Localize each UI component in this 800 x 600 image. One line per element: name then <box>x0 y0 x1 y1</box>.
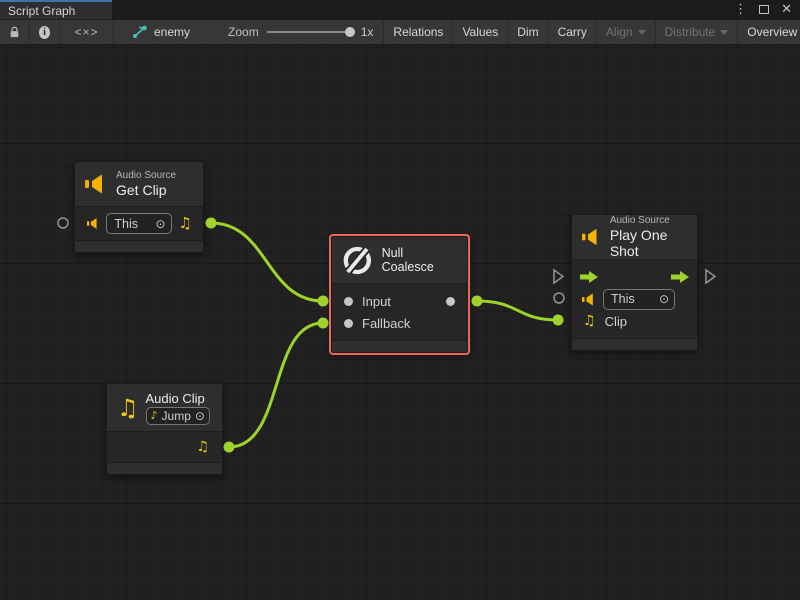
chevron-down-icon <box>638 30 646 35</box>
target-object-field[interactable]: This ⊙ <box>603 289 675 310</box>
audio-clip-field[interactable]: ♪ Jump ⊙ <box>146 407 210 425</box>
audio-source-icon <box>85 174 107 194</box>
tab-bar: Script Graph ⋮ ✕ <box>0 0 800 19</box>
node-header: Audio Source Get Clip <box>75 162 203 206</box>
node-ports: ♫ <box>107 431 222 463</box>
maximize-icon[interactable] <box>759 5 769 14</box>
node-footer <box>107 463 222 474</box>
align-dropdown[interactable]: Align <box>597 20 656 44</box>
zoom-slider-thumb[interactable] <box>345 27 355 37</box>
audio-clip-icon: ♫ <box>117 396 139 420</box>
breadcrumb-label: enemy <box>154 25 190 39</box>
zoom-label: Zoom <box>228 25 259 39</box>
relations-button[interactable]: Relations <box>383 20 453 44</box>
close-icon[interactable]: ✕ <box>781 3 792 16</box>
port-getclip-target[interactable] <box>58 218 68 228</box>
info-icon: i <box>39 26 50 39</box>
port-null-output[interactable] <box>472 296 483 307</box>
audio-clip-icon: ♫ <box>179 216 192 231</box>
wire-getclip-to-input[interactable] <box>211 223 323 301</box>
inspect-button[interactable]: i <box>30 20 60 44</box>
tab-title: Script Graph <box>8 4 75 18</box>
tab-script-graph[interactable]: Script Graph <box>0 0 112 19</box>
node-ports: This ⊙ ♫ Clip <box>572 259 697 339</box>
node-header: Null Coalesce <box>332 237 467 283</box>
node-title: Get Clip <box>116 182 176 198</box>
zoom-slider[interactable] <box>267 31 353 33</box>
zoom-value: 1x <box>361 25 374 39</box>
node-footer <box>572 339 697 350</box>
overview-button[interactable]: Overview <box>738 20 800 44</box>
audio-clip-icon: ♫ <box>196 440 209 454</box>
audio-source-icon <box>87 217 99 230</box>
node-null-coalesce[interactable]: Null Coalesce Input Fallback <box>331 236 468 353</box>
breadcrumb[interactable]: enemy <box>114 20 202 44</box>
object-picker-icon[interactable]: ⊙ <box>195 410 205 422</box>
node-subtitle: Audio Source <box>610 215 687 226</box>
fallback-port[interactable] <box>344 319 353 328</box>
node-ports: This ⊙ ♫ <box>75 206 203 241</box>
node-header: ♫ Audio Clip ♪ Jump ⊙ <box>107 384 222 431</box>
node-get-clip[interactable]: Audio Source Get Clip This ⊙ ♫ <box>74 161 204 253</box>
port-getclip-output[interactable] <box>206 218 217 229</box>
node-ports: Input Fallback <box>332 283 467 341</box>
null-coalesce-icon <box>341 244 374 277</box>
port-null-fallback[interactable] <box>318 318 329 329</box>
dim-button[interactable]: Dim <box>508 20 548 44</box>
result-port[interactable] <box>446 297 455 306</box>
flow-in-arrow-icon[interactable] <box>580 271 598 283</box>
port-audioclip-output[interactable] <box>224 442 235 453</box>
node-title: Play One Shot <box>610 227 687 259</box>
node-subtitle: Audio Source <box>116 170 176 181</box>
node-title: Null Coalesce <box>382 246 458 274</box>
flow-out-arrow-icon[interactable] <box>671 271 689 283</box>
audio-clip-icon: ♪ <box>151 410 158 421</box>
wire-audioclip-to-fallback[interactable] <box>229 323 323 447</box>
chevron-down-icon <box>720 30 728 35</box>
target-object-field[interactable]: This ⊙ <box>106 213 171 234</box>
node-footer <box>332 341 467 352</box>
node-title: Audio Clip <box>146 391 210 406</box>
graph-canvas[interactable]: Audio Source Get Clip This ⊙ ♫ <box>0 46 800 600</box>
port-flow-in[interactable] <box>554 270 563 283</box>
audio-clip-icon: ♫ <box>583 314 596 328</box>
values-button[interactable]: Values <box>453 20 508 44</box>
menu-dots-icon[interactable]: ⋮ <box>734 3 747 16</box>
node-header: Audio Source Play One Shot <box>572 215 697 259</box>
graph-toolbar: i <×> enemy Zoom 1x Relations Values Dim… <box>0 19 800 45</box>
toolbar-right-buttons: Relations Values Dim Carry Align Distrib… <box>383 20 800 44</box>
zoom-control: Zoom 1x <box>202 20 383 44</box>
input-port[interactable] <box>344 297 353 306</box>
object-picker-icon[interactable]: ⊙ <box>659 293 669 305</box>
port-playoneshot-clip[interactable] <box>553 315 564 326</box>
audio-source-icon <box>582 227 601 247</box>
window-controls: ⋮ ✕ <box>734 0 800 19</box>
port-null-input[interactable] <box>318 296 329 307</box>
lock-button[interactable] <box>0 20 30 44</box>
code-preview-button[interactable]: <×> <box>60 20 114 44</box>
unity-visual-scripting-window: Script Graph ⋮ ✕ i <×> enemy <box>0 0 800 600</box>
object-picker-icon[interactable]: ⊙ <box>155 218 165 230</box>
distribute-dropdown[interactable]: Distribute <box>656 20 739 44</box>
audio-source-icon <box>582 293 596 306</box>
node-footer <box>75 241 203 252</box>
carry-button[interactable]: Carry <box>549 20 597 44</box>
node-play-one-shot[interactable]: Audio Source Play One Shot <box>571 214 698 351</box>
graph-icon <box>132 25 148 39</box>
port-flow-out[interactable] <box>706 270 715 283</box>
port-playoneshot-target[interactable] <box>554 293 564 303</box>
node-audio-clip[interactable]: ♫ Audio Clip ♪ Jump ⊙ ♫ <box>106 383 223 475</box>
wire-result-to-clip[interactable] <box>477 301 558 320</box>
code-icon: <×> <box>74 25 98 39</box>
lock-icon <box>9 25 20 39</box>
